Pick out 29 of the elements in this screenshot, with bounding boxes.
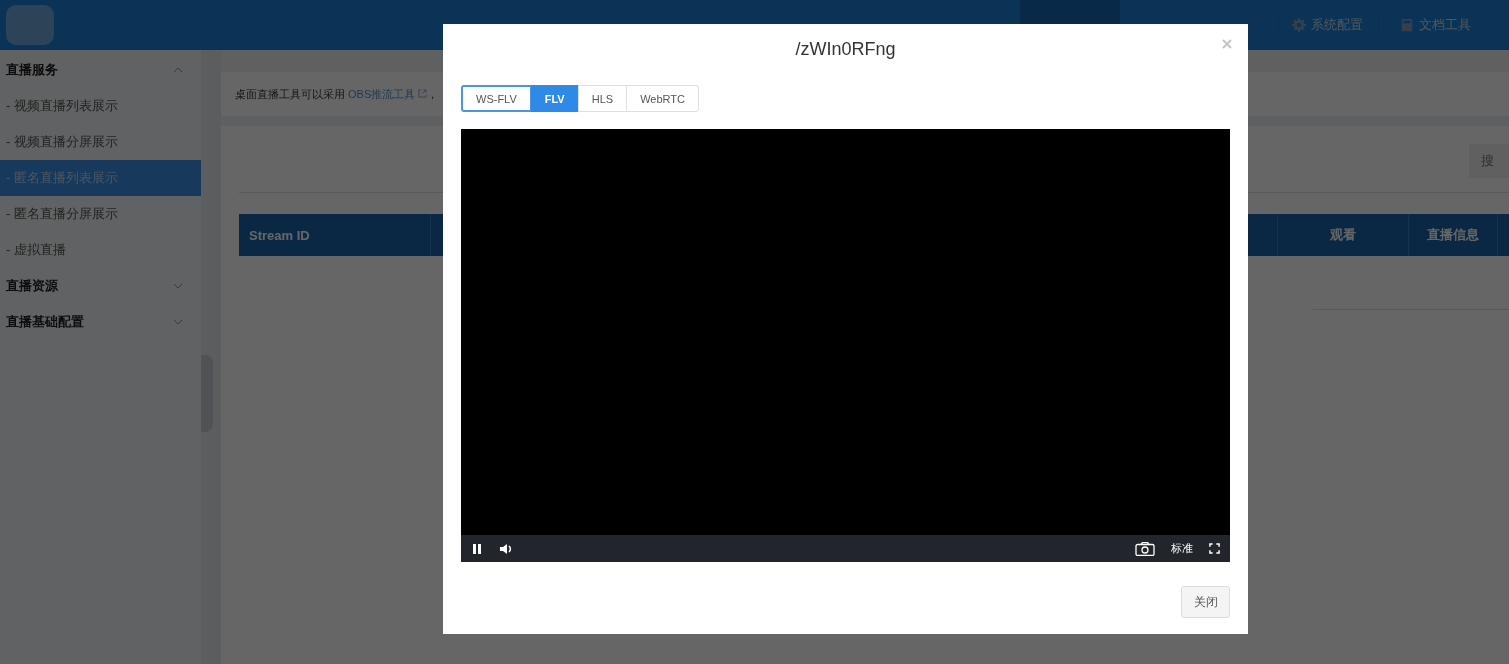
- column-header: Stream ID: [239, 214, 431, 256]
- dialog-title: /zWIn0RFng: [795, 38, 896, 60]
- chevron-icon: [173, 319, 183, 325]
- nav-link[interactable]: 系统配置: [1273, 16, 1381, 34]
- external-link-icon: [418, 88, 428, 98]
- sidebar-item[interactable]: - 匿名直播分屏展示: [0, 196, 201, 232]
- close-button[interactable]: 关闭: [1181, 586, 1230, 618]
- format-tab[interactable]: FLV: [530, 85, 579, 112]
- sidebar-group[interactable]: 直播服务: [0, 52, 201, 88]
- column-header: 观看: [1278, 214, 1409, 256]
- quality-button[interactable]: 标准: [1169, 541, 1195, 556]
- format-tab[interactable]: WebRTC: [626, 85, 699, 112]
- obs-link[interactable]: OBS推流工具: [348, 87, 428, 100]
- sidebar-item[interactable]: - 视频直播分屏展示: [0, 124, 201, 160]
- camera-icon[interactable]: [1133, 541, 1157, 556]
- gear-icon: [1292, 18, 1306, 32]
- logo-icon: [6, 5, 54, 45]
- chevron-icon: [173, 283, 183, 289]
- format-tab[interactable]: HLS: [577, 85, 628, 112]
- sidebar-item[interactable]: - 虚拟直播: [0, 232, 201, 268]
- sidebar-item[interactable]: - 视频直播列表展示: [0, 88, 201, 124]
- sidebar-group[interactable]: 直播基础配置: [0, 304, 201, 340]
- format-tab[interactable]: WS-FLV: [461, 85, 532, 112]
- fullscreen-icon[interactable]: [1207, 543, 1222, 554]
- column-header: 直播信息: [1409, 214, 1498, 256]
- book-icon: [1400, 18, 1414, 32]
- notice-text: 桌面直播工具可以采用 OBS推流工具 ，: [235, 86, 439, 102]
- sidebar-group[interactable]: 直播资源: [0, 268, 201, 304]
- chevron-icon: [173, 67, 183, 73]
